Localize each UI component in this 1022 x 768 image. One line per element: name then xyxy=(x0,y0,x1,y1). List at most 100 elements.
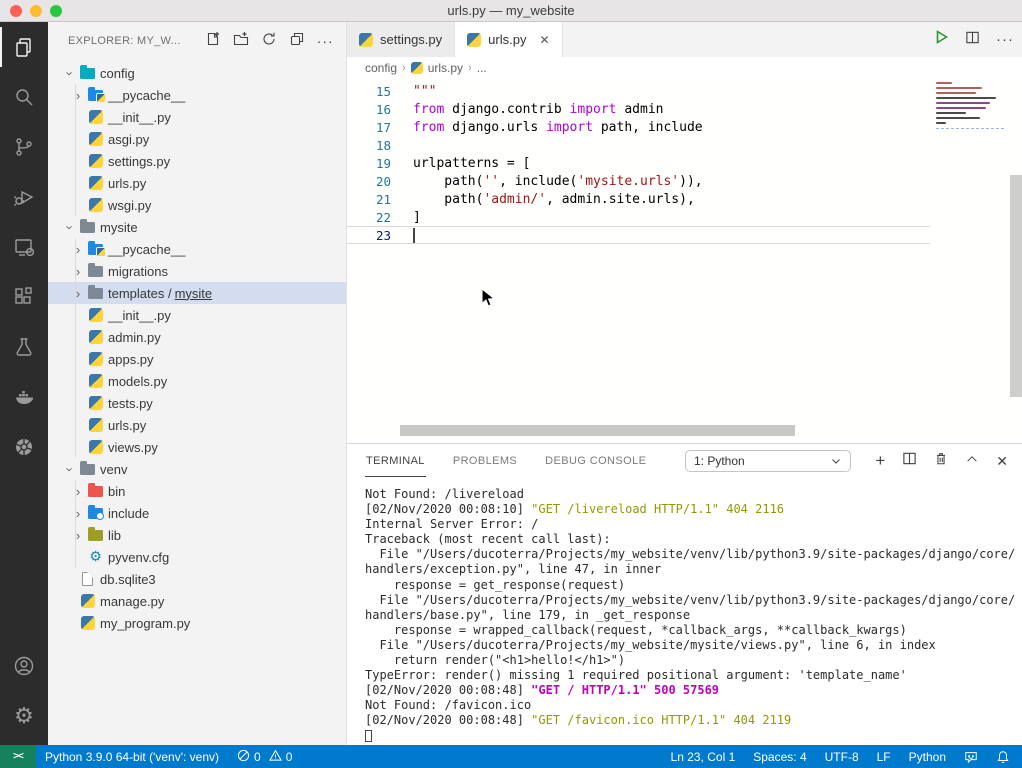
tree-item-init-py[interactable]: __init__.py xyxy=(48,304,346,326)
code-line-15[interactable]: 15""" xyxy=(347,82,930,100)
extensions-icon[interactable] xyxy=(0,272,48,322)
breadcrumb-item-symbol[interactable]: ... xyxy=(477,61,487,75)
chevron-icon[interactable] xyxy=(64,65,77,81)
python-file-icon xyxy=(89,154,103,168)
chevron-icon[interactable] xyxy=(70,507,86,520)
more-actions-icon[interactable]: ··· xyxy=(317,37,334,45)
tree-item-my-program-py[interactable]: my_program.py xyxy=(48,612,346,634)
horizontal-scrollbar[interactable] xyxy=(400,425,795,436)
chevron-icon[interactable] xyxy=(70,485,86,498)
minimap[interactable] xyxy=(932,79,1010,443)
chevron-icon[interactable] xyxy=(64,219,77,235)
maximize-panel-icon[interactable] xyxy=(965,452,979,471)
chevron-icon[interactable] xyxy=(70,89,86,102)
tab-urls-py[interactable]: urls.py ✕ xyxy=(455,22,562,57)
terminal-line: handlers/base.py", line 179, in _get_res… xyxy=(365,608,1022,623)
source-control-icon[interactable] xyxy=(0,122,48,172)
tree-item-bin[interactable]: bin xyxy=(48,480,346,502)
tree-item-tests-py[interactable]: tests.py xyxy=(48,392,346,414)
tree-item-migrations[interactable]: migrations xyxy=(48,260,346,282)
more-editor-actions-icon[interactable]: ··· xyxy=(996,31,1014,48)
explorer-icon[interactable] xyxy=(0,22,48,72)
chevron-icon[interactable] xyxy=(70,265,86,278)
split-editor-icon[interactable] xyxy=(965,30,980,50)
accounts-icon[interactable] xyxy=(0,641,48,691)
run-debug-icon[interactable] xyxy=(0,172,48,222)
tree-item-wsgi-py[interactable]: wsgi.py xyxy=(48,194,346,216)
terminal-output[interactable]: Not Found: /livereload[02/Nov/2020 00:08… xyxy=(347,478,1022,744)
tree-item-pycache[interactable]: __pycache__ xyxy=(48,84,346,106)
indentation-status[interactable]: Spaces: 4 xyxy=(744,750,815,764)
eol-status[interactable]: LF xyxy=(868,750,900,764)
chevron-icon[interactable] xyxy=(70,529,86,542)
cursor-position-status[interactable]: Ln 23, Col 1 xyxy=(662,750,745,764)
python-interpreter-status[interactable]: Python 3.9.0 64-bit ('venv': venv) xyxy=(36,750,228,764)
new-file-icon[interactable] xyxy=(205,31,221,52)
collapse-folders-icon[interactable] xyxy=(289,31,305,52)
vertical-scrollbar[interactable] xyxy=(1010,175,1022,397)
tree-item-views-py[interactable]: views.py xyxy=(48,436,346,458)
code-line-18[interactable]: 18 xyxy=(347,136,930,154)
code-line-19[interactable]: 19urlpatterns = [ xyxy=(347,154,930,172)
tree-item-templates[interactable]: templates /mysite xyxy=(48,282,346,304)
chevron-icon[interactable] xyxy=(70,243,86,256)
terminal-shell-selector[interactable]: 1: Python xyxy=(685,450,851,472)
breadcrumb-item-config[interactable]: config xyxy=(365,61,397,75)
code-editor[interactable]: 15"""16from django.contrib import admin1… xyxy=(347,79,1022,443)
breadcrumb-item-file[interactable]: urls.py xyxy=(428,61,463,75)
tree-item-db-sqlite3[interactable]: db.sqlite3 xyxy=(48,568,346,590)
kubernetes-icon[interactable] xyxy=(0,422,48,472)
tree-item-manage-py[interactable]: manage.py xyxy=(48,590,346,612)
tree-item-mysite[interactable]: mysite xyxy=(48,216,346,238)
tree-item-venv[interactable]: venv xyxy=(48,458,346,480)
code-line-17[interactable]: 17from django.urls import path, include xyxy=(347,118,930,136)
tree-item-settings-py[interactable]: settings.py xyxy=(48,150,346,172)
tree-item-pycache[interactable]: __pycache__ xyxy=(48,238,346,260)
tab-problems[interactable]: PROBLEMS xyxy=(452,446,518,476)
tab-debug-console[interactable]: DEBUG CONSOLE xyxy=(544,446,647,476)
run-python-file-icon[interactable] xyxy=(933,29,949,50)
tree-item-urls-py[interactable]: urls.py xyxy=(48,414,346,436)
tree-item-pyvenv-cfg[interactable]: ⚙pyvenv.cfg xyxy=(48,546,346,568)
chevron-icon[interactable] xyxy=(64,461,77,477)
docker-icon[interactable] xyxy=(0,372,48,422)
tree-item-admin-py[interactable]: admin.py xyxy=(48,326,346,348)
settings-gear-icon[interactable]: ⚙ xyxy=(0,691,48,741)
feedback-icon[interactable] xyxy=(955,750,987,764)
remote-explorer-icon[interactable] xyxy=(0,222,48,272)
new-folder-icon[interactable] xyxy=(233,31,249,52)
close-tab-icon[interactable]: ✕ xyxy=(539,33,549,47)
code-line-22[interactable]: 22] xyxy=(347,208,930,226)
python-file-icon xyxy=(89,440,103,454)
tree-item-init-py[interactable]: __init__.py xyxy=(48,106,346,128)
refresh-icon[interactable] xyxy=(261,31,277,52)
new-terminal-icon[interactable]: + xyxy=(875,451,885,471)
chevron-icon[interactable] xyxy=(70,287,86,300)
search-icon[interactable] xyxy=(0,72,48,122)
language-mode-status[interactable]: Python xyxy=(900,750,955,764)
remote-indicator[interactable]: >< xyxy=(0,745,36,768)
tab-settings-py[interactable]: settings.py xyxy=(347,22,455,57)
tree-item-config[interactable]: config xyxy=(48,62,346,84)
kill-terminal-icon[interactable] xyxy=(934,451,948,471)
tree-item-models-py[interactable]: models.py xyxy=(48,370,346,392)
close-panel-icon[interactable]: ✕ xyxy=(996,453,1008,470)
tree-item-apps-py[interactable]: apps.py xyxy=(48,348,346,370)
notifications-bell-icon[interactable] xyxy=(987,750,1022,764)
encoding-status[interactable]: UTF-8 xyxy=(816,750,868,764)
activity-bar: ⚙ xyxy=(0,22,48,745)
tree-item-include[interactable]: include xyxy=(48,502,346,524)
tab-terminal[interactable]: TERMINAL xyxy=(365,446,426,477)
tree-item-urls-py[interactable]: urls.py xyxy=(48,172,346,194)
code-line-21[interactable]: 21 path('admin/', admin.site.urls), xyxy=(347,190,930,208)
split-terminal-icon[interactable] xyxy=(902,451,917,471)
code-line-16[interactable]: 16from django.contrib import admin xyxy=(347,100,930,118)
problems-status[interactable]: 0 0 xyxy=(228,749,301,765)
tree-item-lib[interactable]: lib xyxy=(48,524,346,546)
code-line-23[interactable]: 23 xyxy=(347,226,930,244)
tree-item-label: bin xyxy=(108,484,125,499)
testing-flask-icon[interactable] xyxy=(0,322,48,372)
tree-item-asgi-py[interactable]: asgi.py xyxy=(48,128,346,150)
code-line-20[interactable]: 20 path('', include('mysite.urls')), xyxy=(347,172,930,190)
tree-item-link[interactable]: mysite xyxy=(175,286,213,301)
